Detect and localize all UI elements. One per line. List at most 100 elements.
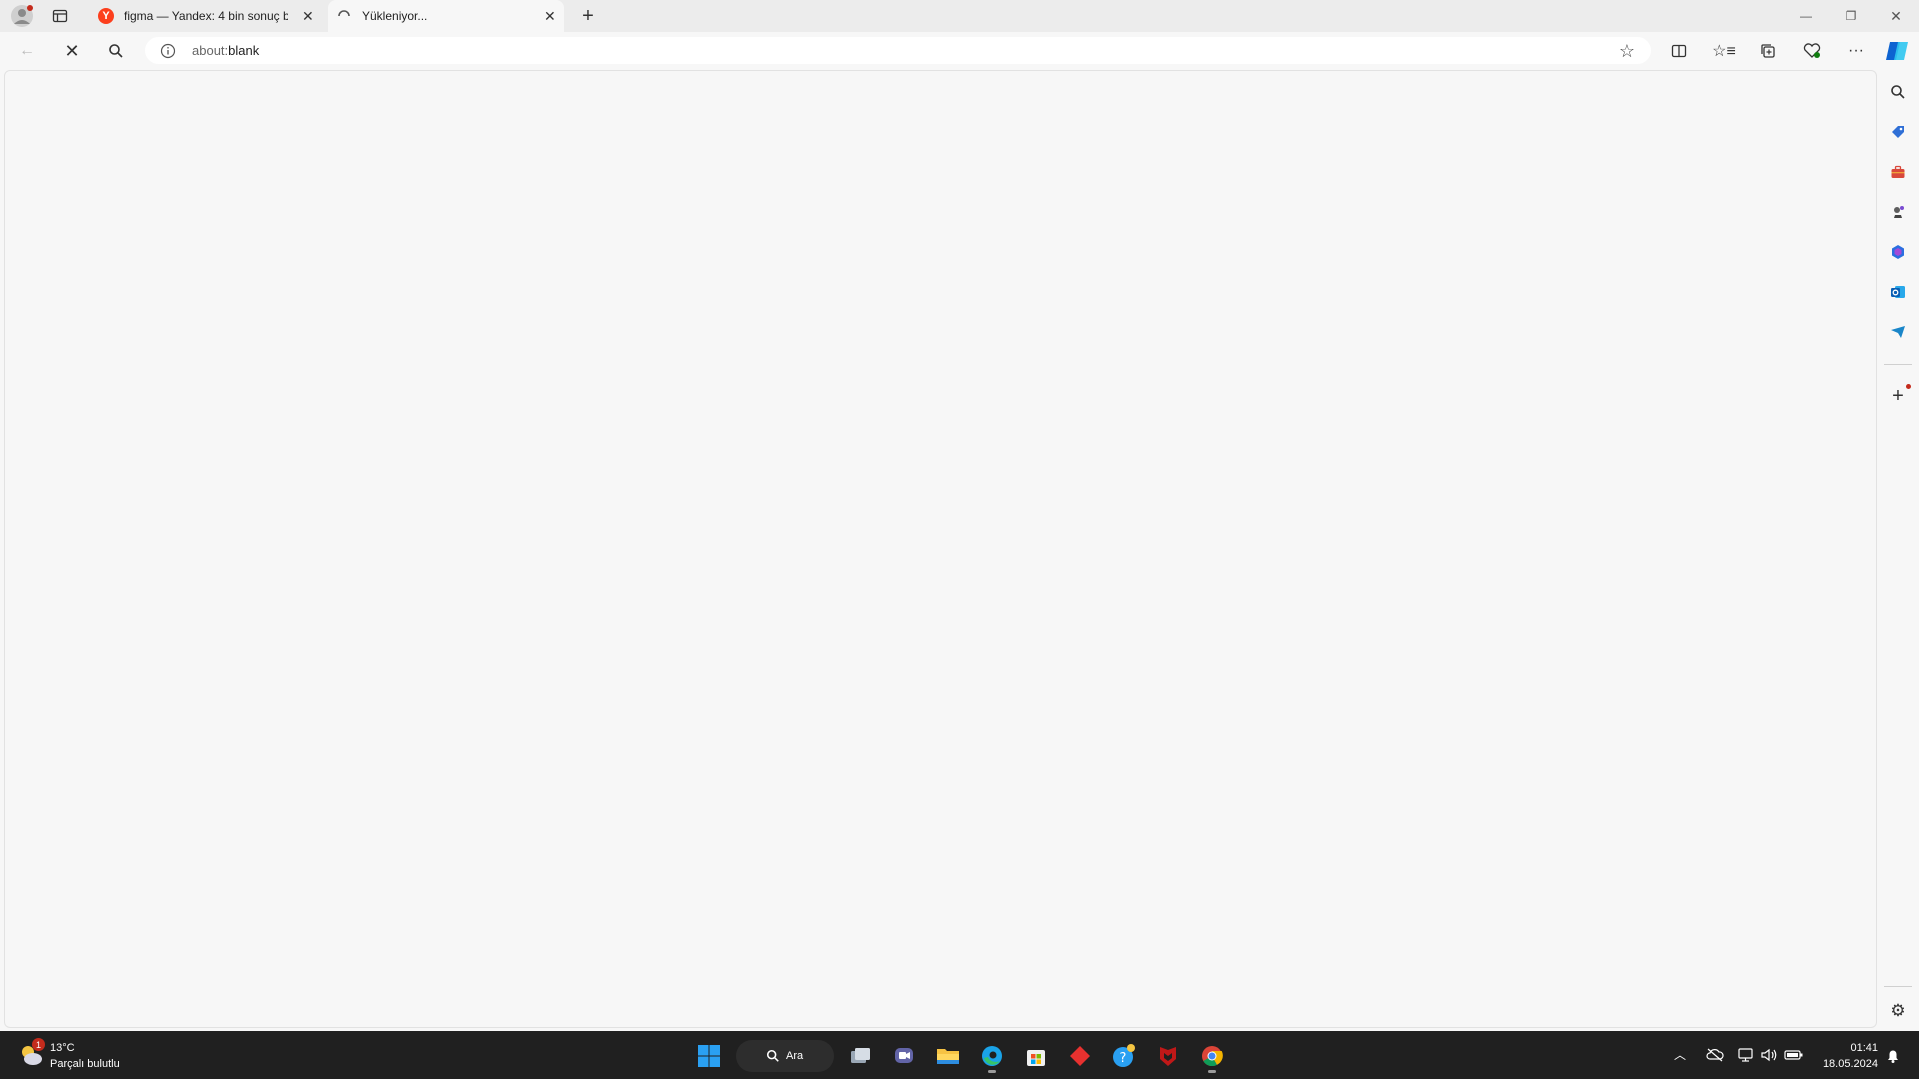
games-icon: [1894, 206, 1904, 218]
sidebar-outlook-button[interactable]: [1884, 278, 1912, 306]
sidebar-games-button[interactable]: [1884, 198, 1912, 226]
copilot-icon: [1886, 42, 1908, 60]
svg-text:?: ?: [1120, 1051, 1127, 1066]
mcafee-button[interactable]: [1154, 1042, 1182, 1070]
speaker-icon: [1761, 1048, 1777, 1062]
running-indicator: [1208, 1070, 1216, 1073]
yandex-icon: Y: [98, 8, 114, 24]
show-hidden-icons-button[interactable]: ︿: [1674, 1046, 1686, 1063]
search-button[interactable]: [102, 37, 130, 65]
close-icon: ✕: [1890, 7, 1902, 24]
sidebar-shopping-button[interactable]: [1884, 118, 1912, 146]
network-tray-icon[interactable]: [1737, 1047, 1755, 1068]
bell-icon: [1888, 1050, 1898, 1063]
settings-more-button[interactable]: ···: [1842, 37, 1870, 65]
store-button[interactable]: [1022, 1042, 1050, 1070]
onedrive-tray-icon[interactable]: [1706, 1047, 1724, 1068]
teams-chat-icon: [895, 1048, 913, 1063]
restore-icon: ❐: [1845, 9, 1857, 23]
back-arrow-icon: ←: [19, 42, 35, 59]
clock[interactable]: 01:41 18.05.2024: [1814, 1040, 1878, 1074]
stop-loading-button[interactable]: ✕: [58, 37, 86, 65]
battery-tray-icon[interactable]: [1784, 1048, 1804, 1067]
address-scheme: about:: [192, 43, 229, 58]
start-button[interactable]: [695, 1042, 723, 1070]
taskbar-search[interactable]: Ara: [736, 1040, 834, 1072]
tab-title: Yükleniyor...: [362, 9, 428, 23]
edge-taskbar-button[interactable]: [978, 1042, 1006, 1073]
sidebar-m365-button[interactable]: [1884, 238, 1912, 266]
minimize-button[interactable]: —: [1792, 2, 1820, 30]
gear-icon: ⚙: [1890, 1001, 1906, 1020]
profile-icon: [11, 5, 33, 27]
browser-essentials-button[interactable]: [1798, 37, 1826, 65]
task-view-button[interactable]: [846, 1042, 874, 1070]
app-diamond-button[interactable]: [1066, 1042, 1094, 1070]
favorites-icon: ☆≡: [1712, 43, 1736, 60]
restore-button[interactable]: ❐: [1837, 2, 1865, 30]
outlook-icon: [1891, 286, 1905, 298]
notification-dot: [1906, 384, 1911, 389]
send-icon: [1891, 326, 1905, 338]
split-screen-button[interactable]: [1665, 37, 1693, 65]
edge-icon: [982, 1046, 1002, 1066]
microsoft365-icon: [1892, 245, 1904, 259]
sidebar-divider: [1884, 364, 1912, 365]
store-icon: [1027, 1050, 1045, 1066]
browser-essentials-icon: [1803, 43, 1821, 58]
site-info-button[interactable]: [160, 43, 176, 59]
sidebar-search-button[interactable]: [1884, 78, 1912, 106]
sidebar-settings-button[interactable]: ⚙: [1884, 997, 1912, 1025]
running-indicator: [988, 1070, 996, 1073]
chrome-button[interactable]: [1198, 1042, 1226, 1073]
favorites-button[interactable]: ☆≡: [1710, 37, 1738, 65]
mcafee-shield-icon: [1160, 1047, 1176, 1066]
plus-icon: +: [582, 4, 594, 27]
plus-icon: +: [1892, 384, 1904, 407]
weather-desc: Parçalı bulutlu: [50, 1058, 120, 1070]
loading-spinner-icon: [338, 10, 350, 17]
address-path: blank: [228, 43, 260, 58]
collections-button[interactable]: [1754, 37, 1782, 65]
clock-date: 18.05.2024: [1822, 1058, 1878, 1070]
sidebar-tools-button[interactable]: [1884, 158, 1912, 186]
volume-tray-icon[interactable]: [1760, 1047, 1778, 1068]
search-icon: [766, 1049, 779, 1062]
address-bar[interactable]: [145, 37, 1651, 64]
tab-loading[interactable]: Yükleniyor... ✕: [328, 0, 564, 32]
weather-widget[interactable]: 1 13°C Parçalı bulutlu: [16, 1038, 136, 1074]
favorite-star-button[interactable]: ☆: [1613, 37, 1641, 65]
page-content[interactable]: [4, 70, 1877, 1028]
address-input[interactable]: about:blank: [192, 43, 259, 58]
cloud-offline-icon: [1706, 1048, 1724, 1062]
new-tab-button[interactable]: +: [574, 2, 602, 30]
search-icon: [109, 44, 123, 58]
copilot-button[interactable]: [1884, 38, 1910, 64]
tab-yandex[interactable]: Y figma — Yandex: 4 bin sonuç bul ✕: [88, 0, 324, 32]
battery-charging-icon: [1784, 1050, 1803, 1060]
close-window-button[interactable]: ✕: [1882, 2, 1910, 30]
minimize-icon: —: [1800, 9, 1812, 23]
sidebar-add-button[interactable]: +: [1884, 382, 1912, 410]
folder-icon: [937, 1049, 959, 1064]
teams-chat-button[interactable]: [890, 1042, 918, 1070]
task-view-icon: [851, 1048, 870, 1063]
info-icon: [160, 43, 176, 59]
windows-icon: [698, 1045, 720, 1067]
file-explorer-button[interactable]: [934, 1042, 962, 1070]
profile-avatar[interactable]: [10, 4, 34, 28]
star-icon: ☆: [1618, 40, 1636, 61]
clock-time: 01:41: [1850, 1042, 1878, 1054]
stop-icon: ✕: [64, 40, 80, 61]
weather-alert-badge: 1: [32, 1038, 45, 1051]
close-tab-icon[interactable]: ✕: [302, 8, 314, 25]
tab-title: figma — Yandex: 4 bin sonuç bul: [124, 9, 288, 23]
get-help-button[interactable]: ?: [1110, 1042, 1138, 1070]
more-icon: ···: [1848, 42, 1864, 59]
workspaces-button[interactable]: [46, 2, 74, 30]
sidebar-telegram-button[interactable]: [1884, 318, 1912, 346]
notifications-button[interactable]: [1885, 1048, 1901, 1069]
back-button[interactable]: ←: [13, 37, 41, 65]
collections-icon: [1761, 44, 1775, 58]
close-tab-icon[interactable]: ✕: [544, 8, 556, 25]
